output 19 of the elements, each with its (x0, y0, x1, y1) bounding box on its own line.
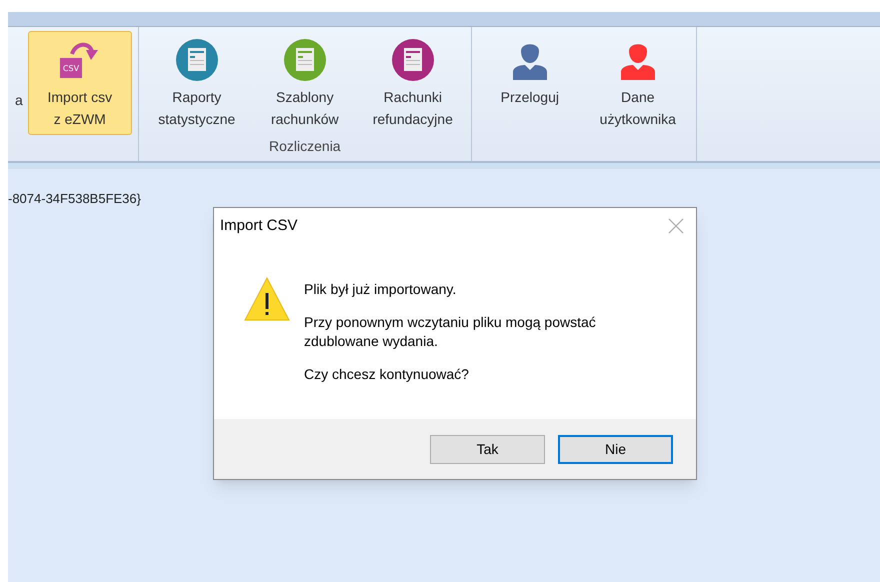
ribbon-button[interactable]: Szablony rachunków (252, 31, 357, 135)
group-label: Rozliczenia (269, 137, 341, 156)
ribbon-button[interactable]: Raporty statystyczne (144, 31, 249, 135)
ribbon-button-label[interactable]: a (14, 31, 24, 112)
message-text: Czy chcesz kontynuować? (304, 365, 470, 384)
dialog-title: Import CSV (220, 216, 298, 236)
message-text: Przy ponownym wczytaniu pliku mogą powstać zdublowane wydania. (304, 313, 597, 351)
csv-file-arrow-icon (60, 42, 98, 78)
dialog-button[interactable]: Nie (558, 434, 673, 464)
dialog-button[interactable]: Tak (430, 434, 545, 464)
ribbon-button[interactable]: Rachunki refundacyjne (360, 31, 465, 135)
ribbon-button[interactable]: Dane użytkownika (586, 31, 690, 135)
message-text: Plik był już importowany. (304, 280, 458, 299)
ribbon-button[interactable]: CSV Import csv z eZWM (28, 31, 132, 135)
warning-icon (244, 276, 290, 322)
ribbon-button[interactable]: Przeloguj (478, 31, 582, 113)
record-id-text: -8074-34F538B5FE36} (8, 190, 141, 208)
icon-badge-text: CSV (62, 64, 79, 73)
close-icon[interactable] (668, 218, 684, 234)
